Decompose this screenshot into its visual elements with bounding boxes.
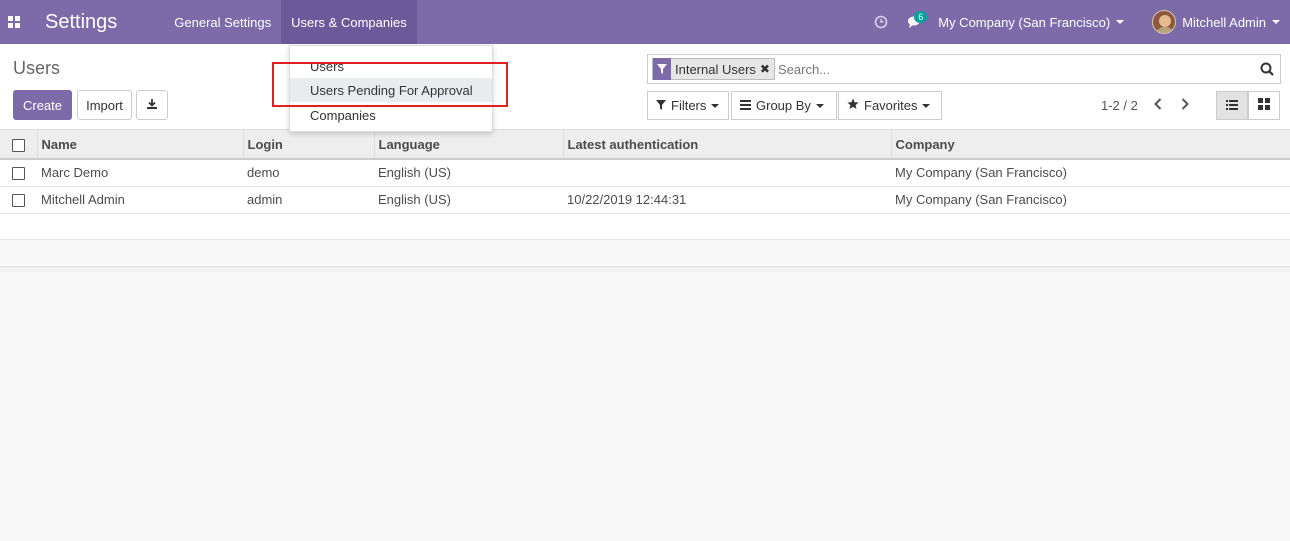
filter-icon [653, 58, 671, 80]
chevron-left-icon [1154, 98, 1162, 113]
search-bar[interactable]: Internal Users ✖ [647, 54, 1281, 84]
app-title[interactable]: Settings [45, 11, 117, 34]
pager-next-button[interactable] [1172, 91, 1198, 120]
dropdown-item-users-pending-approval[interactable]: Users Pending For Approval [290, 78, 492, 102]
cell-language[interactable]: English (US) [374, 159, 563, 187]
pager-previous-button[interactable] [1145, 91, 1171, 120]
cell-name[interactable]: Mitchell Admin [37, 186, 243, 214]
column-header-language[interactable]: Language [374, 130, 564, 160]
users-companies-dropdown: Users Users Pending For Approval Compani… [289, 45, 493, 132]
chevron-down-icon [711, 103, 720, 108]
cell-login[interactable]: admin [243, 186, 374, 214]
table-header-row: Name Login Language Latest authenticatio… [0, 130, 1290, 160]
select-all-cell [0, 130, 38, 160]
chevron-down-icon [1272, 20, 1280, 24]
breadcrumb: Users [13, 58, 61, 78]
cell-latest-authentication[interactable] [563, 159, 891, 187]
remove-facet-icon[interactable]: ✖ [760, 62, 774, 76]
download-button[interactable] [136, 90, 168, 120]
cell-company[interactable]: My Company (San Francisco) [891, 159, 1290, 187]
users-table: Name Login Language Latest authenticatio… [0, 130, 1290, 240]
group-by-label: Group By [756, 98, 811, 113]
menu-general-settings[interactable]: General Settings [164, 0, 281, 44]
download-icon [146, 98, 158, 113]
chevron-down-icon [922, 103, 931, 108]
list-view-button[interactable] [1216, 91, 1248, 120]
row-select-cell [0, 186, 37, 214]
favorites-label: Favorites [864, 98, 918, 113]
cell-name[interactable]: Marc Demo [37, 159, 243, 187]
create-button[interactable]: Create [13, 90, 72, 120]
kanban-view-icon [1258, 98, 1270, 113]
navbar-systray: 6 My Company (San Francisco) Mitchell Ad… [864, 0, 1290, 44]
select-all-checkbox[interactable] [12, 138, 25, 152]
table-row[interactable]: Marc Demo demo English (US) My Company (… [0, 159, 1290, 187]
cell-company[interactable]: My Company (San Francisco) [891, 186, 1290, 214]
list-bars-icon [740, 98, 751, 113]
group-by-button[interactable]: Group By [731, 91, 837, 120]
filter-icon [656, 98, 666, 113]
row-checkbox[interactable] [12, 194, 25, 208]
avatar [1152, 10, 1177, 34]
filters-label: Filters [671, 98, 707, 113]
control-panel: Users Create Import Internal Users ✖ Fil… [0, 44, 1290, 130]
cell-login[interactable]: demo [243, 159, 374, 187]
empty-table-row [0, 213, 1290, 240]
chevron-right-icon [1181, 98, 1189, 113]
star-icon [847, 98, 859, 113]
favorites-button[interactable]: Favorites [838, 91, 942, 120]
column-header-latest-authentication[interactable]: Latest authentication [563, 130, 892, 160]
column-header-company[interactable]: Company [891, 130, 1290, 160]
pager-value[interactable]: 1-2 / 2 [1101, 98, 1138, 113]
column-header-name[interactable]: Name [37, 130, 244, 160]
facet-label: Internal Users [675, 61, 756, 77]
row-select-cell [0, 159, 37, 187]
activity-clock-icon[interactable] [864, 0, 898, 44]
kanban-view-button[interactable] [1248, 91, 1280, 120]
apps-menu-icon[interactable] [0, 0, 28, 44]
dropdown-item-users[interactable]: Users [290, 54, 492, 78]
import-button[interactable]: Import [77, 90, 132, 120]
user-name: Mitchell Admin [1182, 14, 1266, 30]
search-input[interactable] [774, 56, 1254, 82]
messages-badge: 6 [914, 11, 928, 23]
cell-latest-authentication[interactable]: 10/22/2019 12:44:31 [563, 186, 891, 214]
company-switcher[interactable]: My Company (San Francisco) [932, 0, 1136, 44]
list-footer [0, 266, 1290, 272]
list-view: Name Login Language Latest authenticatio… [0, 130, 1290, 240]
top-navbar: Settings General Settings Users & Compan… [0, 0, 1290, 44]
list-view-icon [1226, 98, 1238, 113]
search-icon[interactable] [1254, 56, 1280, 82]
main-menu: General Settings Users & Companies [164, 0, 417, 44]
menu-users-companies[interactable]: Users & Companies [281, 0, 417, 44]
chevron-down-icon [1116, 20, 1125, 24]
user-menu[interactable]: Mitchell Admin [1136, 0, 1290, 44]
table-row[interactable]: Mitchell Admin admin English (US) 10/22/… [0, 186, 1290, 214]
chevron-down-icon [815, 103, 824, 108]
search-facet[interactable]: Internal Users ✖ [652, 58, 775, 80]
cell-language[interactable]: English (US) [374, 186, 563, 214]
row-checkbox[interactable] [12, 167, 25, 181]
dropdown-item-companies[interactable]: Companies [290, 103, 492, 127]
company-name: My Company (San Francisco) [938, 14, 1111, 30]
column-header-login[interactable]: Login [243, 130, 375, 160]
messages-chat-icon[interactable]: 6 [898, 0, 932, 44]
filters-button[interactable]: Filters [647, 91, 729, 120]
